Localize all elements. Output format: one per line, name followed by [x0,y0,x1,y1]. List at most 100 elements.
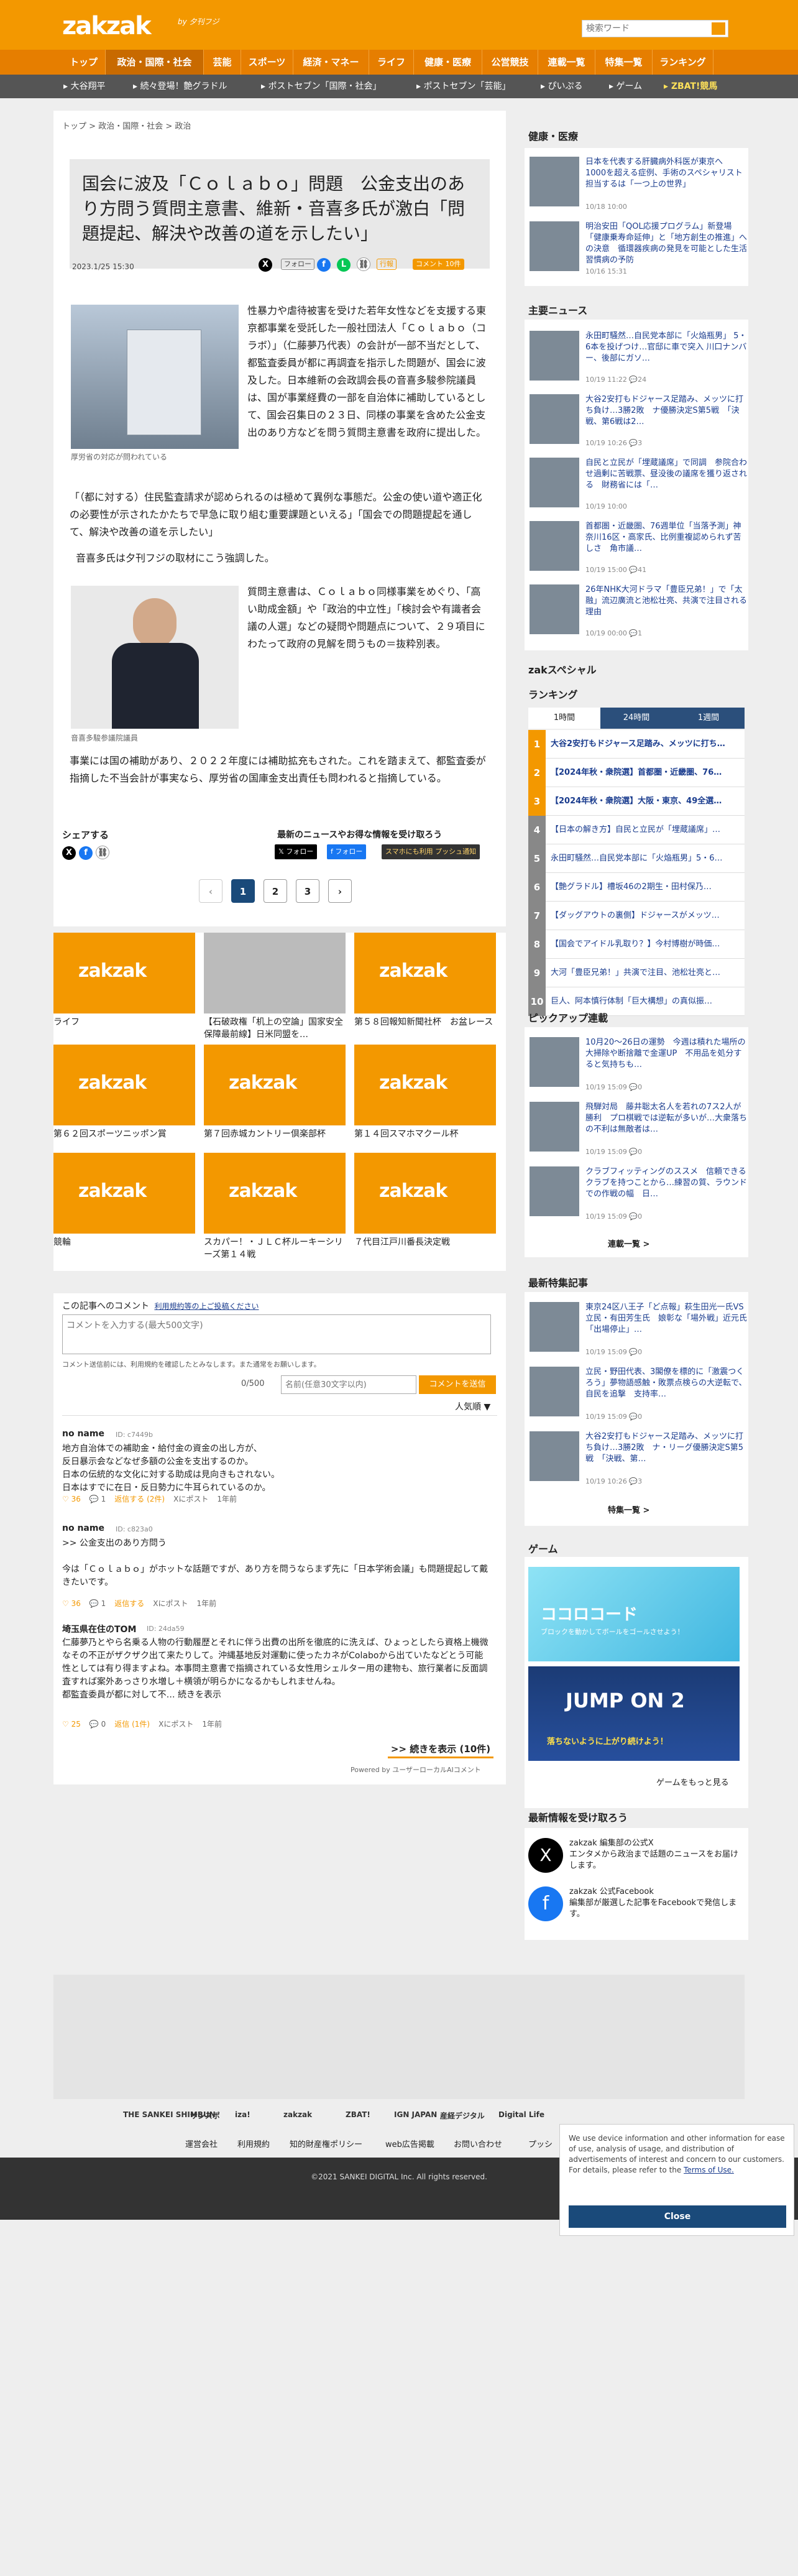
nav-ranking[interactable]: ランキング [653,50,713,75]
breadcrumb-top[interactable]: トップ [62,122,86,131]
news-item[interactable]: 首都圏・近畿圏、76週単位「当落予測」神奈川16区・高家氏、比例重複認められず苦… [530,521,747,578]
x-follow-button[interactable]: 𝕏 フォロー [275,844,318,859]
reply-icon[interactable]: 💬 [89,1495,101,1503]
search-icon[interactable] [712,22,725,35]
link-icon[interactable]: ⛓ [96,846,110,859]
game-banner-kokorocode[interactable]: ココロコード ブロックを動かしてボールをゴールさせよう！ [528,1567,740,1661]
footer-logo[interactable]: 産経デジタル [440,2110,485,2121]
subnav-item[interactable]: ▸ 続々登場！艶グラドル [133,75,227,98]
facebook-follow-button[interactable]: f フォロー [327,844,367,859]
nav-series[interactable]: 連載一覧 [538,50,595,75]
facebook-share[interactable]: f [317,257,331,272]
news-item[interactable]: 大谷2安打もドジャース足踏み、メッツに打ち負け…3勝2敗 ナ・リーグ優勝決定S第… [530,1431,747,1490]
subnav-item[interactable]: ▸ ゲーム [609,75,642,98]
footer-logo[interactable]: サンスポ [190,2110,220,2121]
grid-item[interactable]: zakzak 第７回赤城カントリー倶楽部杯 [204,1045,346,1140]
reply-icon[interactable]: 💬 [89,1720,101,1729]
news-item[interactable]: クラブフィッティングのススメ 信頼できるクラブを持つことから…練習の質、ラウンド… [530,1166,747,1225]
footer-logo[interactable]: IGN JAPAN [394,2110,437,2119]
footer-link[interactable]: プッシ [528,2138,553,2149]
facebook-icon[interactable]: f [79,846,93,860]
follow-x[interactable]: zakzak 編集部の公式X エンタメから政治まで話題のニュースをお届けします。 [569,1838,743,1872]
news-item[interactable]: 東京24区八王子「ど点報」萩生田光一氏VS立民・有田芳生氏 娘彰な「場外戦」近元… [530,1302,747,1360]
pager-page[interactable]: 3 [296,879,319,903]
footer-link[interactable]: お問い合わせ [454,2138,502,2149]
tab-1hour[interactable]: 1時間 [528,708,600,729]
ranking-item[interactable]: 9 大河「豊臣兄弟！」共演で注目、池松壮亮と… [528,959,745,987]
push-button[interactable]: スマホにも利用 プッシュ通知 [382,844,480,859]
feature-more-link[interactable]: 特集一覧 > [608,1503,649,1515]
nav-life[interactable]: ライフ [369,50,414,75]
nav-economy[interactable]: 経済・マネー [293,50,369,75]
nav-features[interactable]: 特集一覧 [595,50,653,75]
news-item[interactable]: 26年NHK大河ドラマ「豊臣兄弟！」で「太融」流辺廣流と池松壮亮、共演で注目され… [530,584,747,642]
follow-button[interactable]: フォロー [281,259,314,270]
footer-logo[interactable]: zakzak [283,2110,312,2119]
news-item[interactable]: 立民・野田代表、3閣僚を標的に「激震つくろう」夢物語感触・敗票点検らの大逆転で、… [530,1367,747,1425]
tab-1week[interactable]: 1週間 [672,708,745,729]
pager-page[interactable]: 2 [264,879,287,903]
x-post-link[interactable]: Xにポスト [153,1599,188,1608]
nav-sports[interactable]: スポーツ [241,50,293,75]
grid-item[interactable]: zakzak 第１４回スマホマクール杯 [354,1045,496,1140]
subnav-item[interactable]: ▸ ポストセブン「国際・社会」 [261,75,381,98]
site-logo[interactable]: zakzak by 夕刊フジ [62,14,219,39]
cookie-close-button[interactable]: Close [569,2205,786,2228]
grid-item[interactable]: zakzak スカパー！・ＪＬＣ杯ルーキーシリーズ第１４戦 [204,1153,346,1261]
link-share[interactable]: ⛓ [357,257,370,271]
footer-link[interactable]: 利用規約 [237,2138,270,2149]
ranking-item[interactable]: 6 【艶グラドル】槽坂46の2期生・田村保乃… [528,873,745,902]
pager-page[interactable]: 1 [231,879,255,903]
pager-next[interactable]: › [328,879,352,903]
news-item[interactable]: 自民と立民が「埋蔵議席」で同調 参院合わせ過剰に苦戦票、昼没後の議席を獲り返され… [530,458,747,515]
facebook-icon[interactable]: f [528,1886,563,1921]
reply-icon[interactable]: 💬 [89,1599,101,1608]
grid-item[interactable]: zakzak 競輪 [53,1153,195,1249]
ranking-item[interactable]: 2 【2024年秋・衆院選】首都圏・近畿圏、76… [528,759,745,787]
search-input[interactable] [582,21,700,37]
name-input[interactable] [281,1375,416,1394]
ranking-item[interactable]: 7 【ダッグアウトの裏側】ドジャースがメッツ… [528,902,745,930]
footer-link[interactable]: web広告掲載 [385,2138,434,2149]
nav-top[interactable]: トップ [62,50,106,75]
x-icon[interactable]: X [528,1838,563,1873]
grid-item[interactable]: zakzak ７代目江戸川番長決定戦 [354,1153,496,1249]
nav-health[interactable]: 健康・医療 [414,50,482,75]
grid-item[interactable]: zakzak 第５８回報知新聞社杯 お盆レース [354,933,496,1028]
comments-policy-link[interactable]: 利用規約等の上ご投稿ください [154,1302,259,1311]
subnav-item[interactable]: ▸ ポストセブン「芸能」 [416,75,510,98]
line-share[interactable]: L [337,257,351,272]
ranking-item[interactable]: 4 【日本の解き方】自民と立民が「埋蔵議席」… [528,816,745,844]
reply-link[interactable]: 返信する (2件) [114,1495,165,1503]
tab-24hour[interactable]: 24時間 [600,708,672,729]
x-icon[interactable]: X [62,846,76,860]
terms-link[interactable]: Terms of Use. [684,2166,734,2174]
grid-item[interactable]: zakzak 第６２回スポーツニッポン賞 [53,1045,195,1140]
game-more-link[interactable]: ゲームをもっと見る [656,1776,729,1788]
game-banner-jumpon2[interactable]: JUMP ON 2 落ちないように上がり続けよう！ [528,1666,740,1761]
comment-submit-button[interactable]: コメントを送信 [419,1375,496,1394]
like-icon[interactable]: ♡ [62,1495,71,1503]
news-item[interactable]: 飛騨対局 藤井聡太名人を若れの7ス2人が勝利 プロ棋戦では逆転が多いが…大衆落ち… [530,1102,747,1160]
news-item[interactable]: 日本を代表する肝臓病外科医が東京へ 1000を超える症例、手術のスペシャリスト … [530,157,751,215]
news-item[interactable]: 永田町騒然…自民党本部に「火焔瓶男」 5・6本を投げつけ…官邸に車で突入 川口ナ… [530,331,747,388]
x-icon[interactable]: X [259,258,272,272]
subnav-item[interactable]: ▸ ZBAT!競馬 [664,75,717,98]
footer-link[interactable]: 運営会社 [185,2138,218,2149]
pickup-more-link[interactable]: 連載一覧 > [608,1237,649,1249]
breadcrumb-current[interactable]: 政治 [175,122,191,131]
comment-textarea[interactable] [62,1314,491,1354]
nav-politics[interactable]: 政治・国際・社会 [106,50,204,75]
follow-facebook[interactable]: zakzak 公式Facebook 編集部が厳選した記事をFacebookで発信… [569,1886,743,1920]
comment-count-badge[interactable]: コメント 10件 [413,259,464,270]
more-comments-button[interactable]: >> 続きを表示 (10件) [388,1741,493,1758]
footer-logo[interactable]: iza! [235,2110,250,2119]
reply-link[interactable]: 返信する [114,1599,144,1608]
news-item[interactable]: 大谷2安打もドジャース足踏み、メッツに打ち負け…3勝2敗 ナ優勝決定S第5戦 「… [530,394,747,451]
nav-race[interactable]: 公営競技 [482,50,538,75]
grid-item[interactable]: 【石破政権「机上の空論」国家安全保障最前線】日米同盟を… [204,933,346,1041]
footer-logo[interactable]: Digital Life [498,2110,544,2119]
reply-link[interactable]: 返信 (1件) [114,1720,150,1729]
ranking-item[interactable]: 1 大谷2安打もドジャース足踏み、メッツに打ち… [528,730,745,759]
footer-logo[interactable]: ZBAT! [346,2110,370,2119]
